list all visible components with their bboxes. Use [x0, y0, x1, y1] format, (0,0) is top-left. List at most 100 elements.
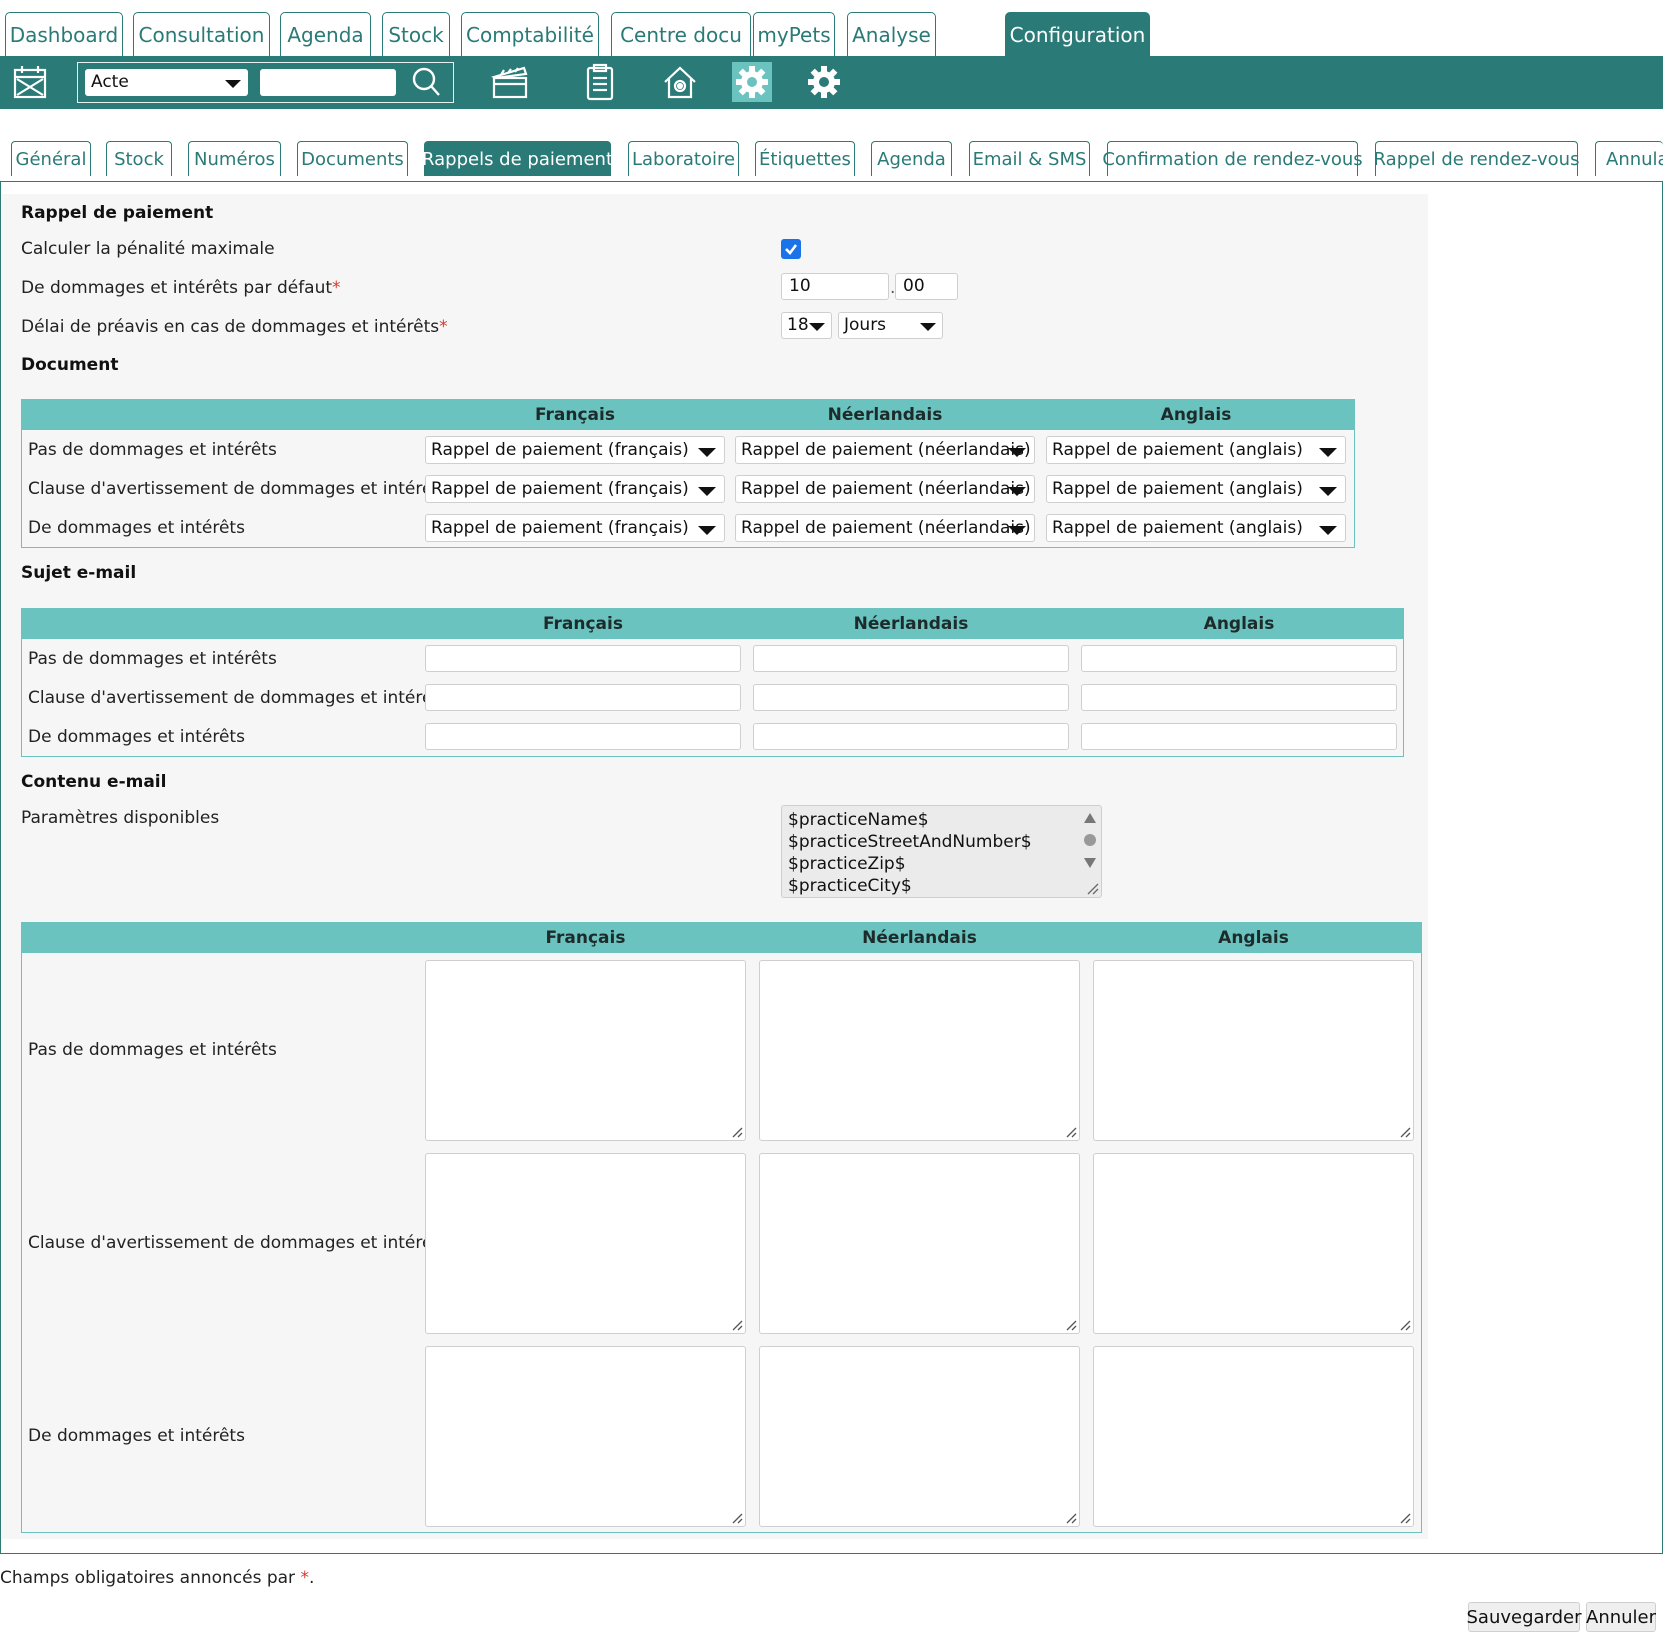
select-value: Rappel de paiement (néerlandais)	[741, 479, 1031, 499]
subject-input-no-damages-nl[interactable]	[753, 645, 1069, 672]
subtab-stock[interactable]: Stock	[106, 141, 172, 176]
subtab-annulation[interactable]: Annula	[1595, 141, 1663, 176]
doc-select-warning-fr[interactable]: Rappel de paiement (français)	[425, 475, 725, 503]
row-label-damages: De dommages et intérêts	[28, 1426, 245, 1446]
gear-icon[interactable]	[804, 62, 844, 102]
subject-input-warning-en[interactable]	[1081, 684, 1397, 711]
tab-agenda[interactable]: Agenda	[280, 12, 371, 56]
chevron-down-icon	[1008, 487, 1026, 496]
clipboard-icon[interactable]	[580, 62, 620, 102]
resize-grip-icon	[1066, 1320, 1077, 1331]
notice-delay-select[interactable]: 18	[781, 312, 832, 339]
default-damages-label: De dommages et intérêts par défaut*	[21, 278, 341, 298]
notice-unit-select[interactable]: Jours	[838, 312, 943, 339]
subtab-laboratoire[interactable]: Laboratoire	[628, 141, 739, 176]
subtab-confirmation-rdv[interactable]: Confirmation de rendez-vous	[1102, 141, 1363, 176]
subtab-numeros[interactable]: Numéros	[188, 141, 281, 176]
content-textarea-damages-en[interactable]	[1093, 1346, 1414, 1527]
notice-delay-value: 18	[787, 315, 809, 335]
content-textarea-no-damages-en[interactable]	[1093, 960, 1414, 1141]
doc-select-damages-nl[interactable]: Rappel de paiement (néerlandais)	[735, 514, 1035, 542]
tab-dashboard[interactable]: Dashboard	[5, 12, 123, 56]
subtab-documents[interactable]: Documents	[297, 141, 408, 176]
param-item[interactable]: $practiceCity$	[788, 876, 912, 896]
param-item[interactable]: $practiceName$	[788, 810, 929, 830]
subject-input-no-damages-en[interactable]	[1081, 645, 1397, 672]
cancel-button[interactable]: Annuler	[1586, 1602, 1656, 1632]
select-value: Rappel de paiement (français)	[431, 440, 689, 460]
subject-input-damages-en[interactable]	[1081, 723, 1397, 750]
gear-settings-icon[interactable]	[732, 62, 772, 102]
chevron-down-icon	[1319, 526, 1337, 535]
col-header-en: Anglais	[1203, 614, 1275, 634]
subtab-agenda[interactable]: Agenda	[871, 141, 952, 176]
subject-input-no-damages-fr[interactable]	[425, 645, 741, 672]
row-label-no-damages: Pas de dommages et intérêts	[28, 440, 277, 460]
tab-centre-docu[interactable]: Centre docu	[611, 12, 751, 56]
param-item[interactable]: $practiceZip$	[788, 854, 906, 874]
col-header-en: Anglais	[1160, 405, 1232, 425]
subtab-rappel-rdv[interactable]: Rappel de rendez-vous	[1374, 141, 1579, 176]
search-type-select[interactable]: Acte	[85, 69, 248, 96]
subject-input-warning-fr[interactable]	[425, 684, 741, 711]
select-value: Rappel de paiement (français)	[431, 479, 689, 499]
config-subnav: Général Stock Numéros Documents Rappels …	[0, 140, 1663, 182]
doc-select-no-damages-fr[interactable]: Rappel de paiement (français)	[425, 436, 725, 464]
search-input[interactable]	[260, 69, 396, 96]
tab-comptabilite[interactable]: Comptabilité	[461, 12, 599, 56]
save-button[interactable]: Sauvegarder	[1466, 1602, 1582, 1632]
doc-select-no-damages-en[interactable]: Rappel de paiement (anglais)	[1046, 436, 1346, 464]
required-note-text: Champs obligatoires annoncés par	[0, 1568, 301, 1588]
content-textarea-warning-nl[interactable]	[759, 1153, 1080, 1334]
notice-unit-value: Jours	[844, 315, 887, 335]
tab-configuration[interactable]: Configuration	[1005, 12, 1150, 56]
email-subject-table-header: Français Néerlandais Anglais	[22, 609, 1403, 639]
tab-analyse[interactable]: Analyse	[847, 12, 936, 56]
doc-select-damages-fr[interactable]: Rappel de paiement (français)	[425, 514, 725, 542]
row-label-no-damages: Pas de dommages et intérêts	[28, 649, 277, 669]
doc-select-warning-nl[interactable]: Rappel de paiement (néerlandais)	[735, 475, 1035, 503]
subject-input-damages-nl[interactable]	[753, 723, 1069, 750]
calendar-icon[interactable]	[10, 62, 50, 102]
row-label-warning-clause: Clause d'avertissement de dommages et in…	[28, 479, 448, 499]
content-textarea-warning-en[interactable]	[1093, 1153, 1414, 1334]
max-penalty-checkbox[interactable]	[781, 239, 801, 259]
params-scrollbar[interactable]	[1079, 806, 1101, 897]
subject-input-damages-fr[interactable]	[425, 723, 741, 750]
doc-select-no-damages-nl[interactable]: Rappel de paiement (néerlandais)	[735, 436, 1035, 464]
clapperboard-icon[interactable]	[490, 62, 530, 102]
subtab-general[interactable]: Général	[11, 141, 91, 176]
param-item[interactable]: $practiceStreetAndNumber$	[788, 832, 1032, 852]
section-title-rappel: Rappel de paiement	[21, 203, 214, 223]
chevron-down-icon	[1319, 448, 1337, 457]
subtab-rappels-de-paiement[interactable]: Rappels de paiement	[422, 141, 613, 176]
col-header-nl: Néerlandais	[853, 614, 969, 634]
document-table-header: Français Néerlandais Anglais	[22, 400, 1354, 430]
content-textarea-no-damages-nl[interactable]	[759, 960, 1080, 1141]
doc-select-warning-en[interactable]: Rappel de paiement (anglais)	[1046, 475, 1346, 503]
content-textarea-warning-fr[interactable]	[425, 1153, 746, 1334]
resize-grip-icon	[1066, 1513, 1077, 1524]
search-icon[interactable]	[406, 62, 446, 102]
subtab-email-sms[interactable]: Email & SMS	[969, 141, 1090, 176]
tab-consultation[interactable]: Consultation	[133, 12, 270, 56]
row-label-warning-clause: Clause d'avertissement de dommages et in…	[28, 1233, 448, 1253]
available-params-list[interactable]: $practiceName$ $practiceStreetAndNumber$…	[781, 805, 1102, 898]
subject-input-warning-nl[interactable]	[753, 684, 1069, 711]
house-gear-icon[interactable]	[660, 62, 700, 102]
chevron-down-icon	[1008, 448, 1026, 457]
tab-stock[interactable]: Stock	[382, 12, 450, 56]
subtab-etiquettes[interactable]: Étiquettes	[755, 141, 855, 176]
tab-mypets[interactable]: myPets	[753, 12, 835, 56]
doc-select-damages-en[interactable]: Rappel de paiement (anglais)	[1046, 514, 1346, 542]
content-textarea-damages-nl[interactable]	[759, 1346, 1080, 1527]
content-textarea-damages-fr[interactable]	[425, 1346, 746, 1527]
col-header-fr: Français	[535, 405, 615, 425]
content-textarea-no-damages-fr[interactable]	[425, 960, 746, 1141]
default-damages-int-input[interactable]: 10	[781, 273, 889, 300]
default-damages-dec-input[interactable]: 00	[895, 273, 958, 300]
checkmark-icon	[785, 244, 798, 255]
email-content-table: Français Néerlandais Anglais Pas de domm…	[21, 922, 1422, 1533]
row-label-damages: De dommages et intérêts	[28, 518, 245, 538]
chevron-down-icon	[1319, 487, 1337, 496]
